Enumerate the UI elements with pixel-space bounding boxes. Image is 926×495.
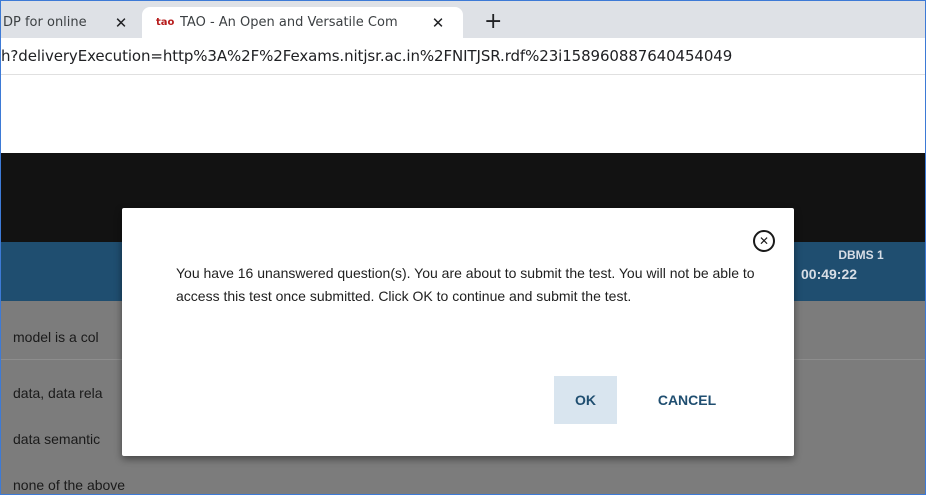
cancel-button[interactable]: CANCEL	[642, 376, 732, 424]
ok-button[interactable]: OK	[554, 376, 617, 424]
test-title: DBMS 1	[838, 248, 884, 262]
tao-favicon-icon: tao	[156, 17, 175, 28]
timer: 00:49:22	[801, 266, 858, 282]
option-3[interactable]: none of the above	[13, 477, 125, 493]
tab-strip: DP for online ✕ tao TAO - An Open and Ve…	[1, 1, 925, 38]
option-1[interactable]: data, data rela	[13, 385, 103, 401]
close-circle-icon[interactable]: ✕	[753, 230, 775, 252]
dialog-message: You have 16 unanswered question(s). You …	[176, 265, 755, 304]
close-icon[interactable]: ✕	[430, 14, 446, 32]
option-2[interactable]: data semantic	[13, 431, 100, 447]
submit-confirm-dialog: ✕ You have 16 unanswered question(s). Yo…	[122, 208, 794, 456]
page-top-area	[1, 75, 925, 153]
new-tab-plus-icon[interactable]: +	[484, 9, 502, 34]
tab-tao[interactable]: tao TAO - An Open and Versatile Com ✕	[142, 7, 463, 38]
tab-label: TAO - An Open and Versatile Com	[180, 15, 398, 30]
tab-label: DP for online	[3, 15, 87, 30]
tab-online[interactable]: DP for online ✕	[1, 7, 141, 38]
close-icon[interactable]: ✕	[113, 14, 129, 32]
url-text[interactable]: h?deliveryExecution=http%3A%2F%2Fexams.n…	[1, 47, 732, 65]
question-text: model is a col	[13, 329, 99, 345]
browser-window: DP for online ✕ tao TAO - An Open and Ve…	[0, 0, 926, 495]
address-bar[interactable]: h?deliveryExecution=http%3A%2F%2Fexams.n…	[1, 38, 925, 75]
